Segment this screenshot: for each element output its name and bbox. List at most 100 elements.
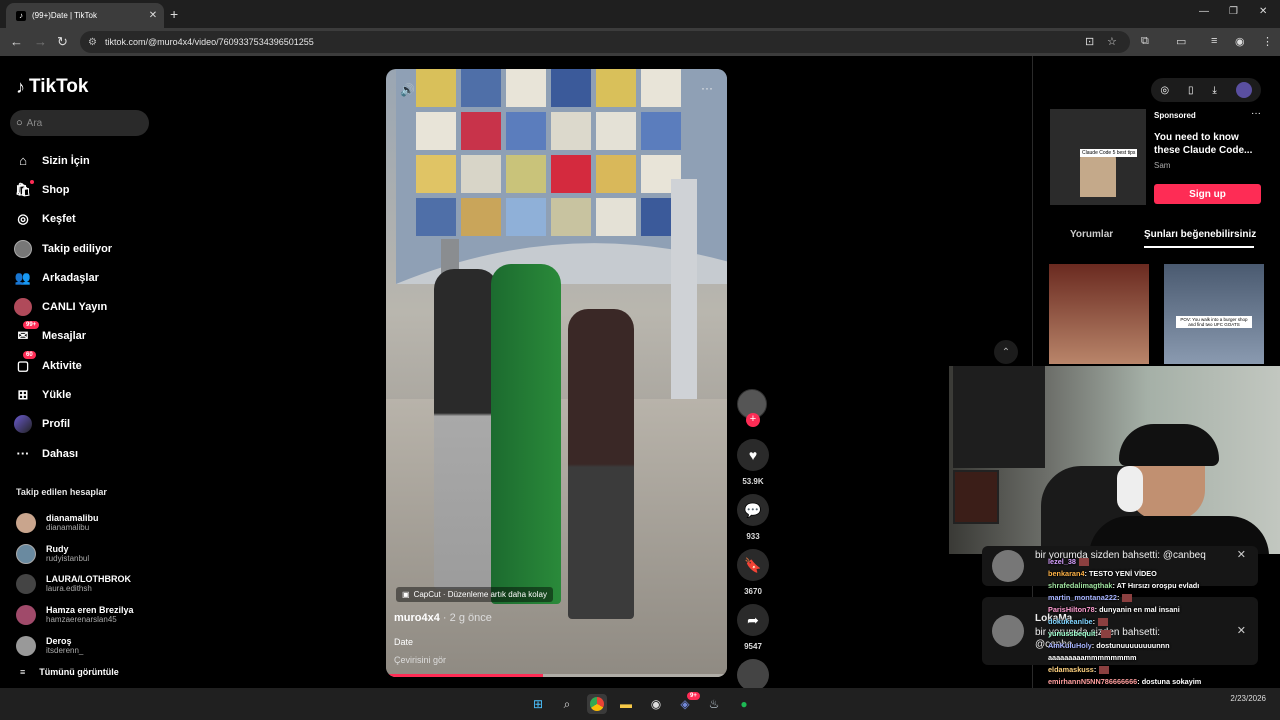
chat-username[interactable]: yunussbequit	[1048, 629, 1095, 638]
video-progress-bar[interactable]	[386, 674, 727, 677]
suggested-video-thumbnail[interactable]: POV: You walk into a burger shop and fin…	[1164, 264, 1264, 364]
chevron-up-icon: ⌃	[1001, 346, 1011, 358]
avatar	[16, 513, 36, 534]
sidebar-item-friends[interactable]: 👥 Arkadaşlar	[14, 263, 154, 292]
minimize-icon[interactable]: —	[1199, 6, 1209, 17]
following-account[interactable]: LAURA/LOTHBROK laura.edithsh	[16, 569, 156, 600]
spotify-icon[interactable]: ●	[734, 694, 754, 714]
sound-disc-button[interactable]	[737, 659, 769, 691]
heart-icon: ♥	[737, 439, 769, 471]
following-account[interactable]: dianamalibu dianamalibu	[16, 508, 156, 539]
share-button[interactable]: ➦ 9547	[737, 604, 769, 651]
tab-comments[interactable]: Yorumlar	[1070, 229, 1113, 240]
chrome-icon[interactable]	[587, 694, 607, 714]
chat-username[interactable]: lezel_38	[1048, 557, 1076, 566]
like-button[interactable]: ♥ 53.9K	[737, 439, 769, 486]
chat-username[interactable]: eldamaskuss	[1048, 665, 1094, 674]
following-accounts-list: dianamalibu dianamalibu Rudy rudyistanbul …	[16, 508, 156, 661]
sidebar-item-label: Shop	[42, 183, 70, 196]
suggested-video-thumbnail[interactable]	[1049, 264, 1149, 364]
sign-up-button[interactable]: Sign up	[1154, 184, 1261, 204]
avatar	[16, 605, 36, 626]
chat-username[interactable]: emirhannN5NN786666666	[1048, 677, 1137, 686]
obs-icon[interactable]: ◉	[646, 694, 666, 714]
sidebar-item-messages[interactable]: ✉ 99+ Mesajlar	[14, 321, 154, 351]
reload-icon[interactable]: ↻	[57, 34, 68, 50]
sidebar-item-following[interactable]: Takip ediliyor	[14, 234, 154, 263]
sound-icon[interactable]: 🔊	[400, 83, 415, 97]
maximize-icon[interactable]: ❐	[1229, 6, 1238, 17]
forward-icon[interactable]: →	[34, 34, 47, 49]
chat-text: : dostuna sokayim	[1137, 677, 1202, 686]
sidebar-item-more[interactable]: ··· Dahası	[14, 439, 154, 468]
start-windows-icon[interactable]: ⊞	[528, 694, 548, 714]
following-account[interactable]: Hamza eren Brezilya hamzaerenarslan45	[16, 600, 156, 631]
follow-plus-icon[interactable]: +	[746, 413, 760, 427]
chat-message: dokukeanlbe:	[1048, 616, 1280, 628]
sidebar-item-upload[interactable]: ⊞ Yükle	[14, 380, 154, 409]
ad-title[interactable]: You need to know these Claude Code...	[1154, 131, 1254, 157]
sidebar-item-label: Yükle	[42, 389, 72, 402]
bookmark-star-icon[interactable]: ☆	[1107, 35, 1117, 48]
ad-thumbnail[interactable]: Claude Code 5 best tips	[1050, 109, 1146, 205]
browser-tab[interactable]: ♪ (99+)Date | TikTok ✕	[6, 3, 164, 28]
steam-icon[interactable]: ♨	[704, 694, 724, 714]
following-account[interactable]: Deroş itsderenn_	[16, 630, 156, 661]
compass-icon[interactable]: ◎	[1160, 85, 1169, 96]
tab-suggested-label: Şunları beğenebilirsiniz	[1144, 229, 1257, 240]
system-clock[interactable]: 2/23/2026	[1230, 693, 1266, 705]
chat-username[interactable]: benkaran4	[1048, 569, 1085, 578]
sidebar-item-shop[interactable]: 🛍 Shop	[14, 175, 154, 204]
tab-suggested[interactable]: Şunları beğenebilirsiniz	[1144, 229, 1257, 248]
extensions-icon[interactable]: ⧉	[1141, 35, 1149, 48]
more-options-icon[interactable]: ···	[701, 81, 713, 95]
browser-menu-icon[interactable]: ⋮	[1262, 35, 1273, 48]
profile-avatar-icon[interactable]: ◉	[1235, 35, 1245, 48]
sidebar-item-activity[interactable]: ▢ 60 Aktivite	[14, 350, 154, 380]
following-account[interactable]: Rudy rudyistanbul	[16, 539, 156, 570]
phone-icon[interactable]: ▯	[1188, 85, 1194, 96]
scroll-up-button[interactable]: ⌃	[994, 340, 1018, 364]
person-figure	[568, 309, 634, 619]
cast-icon[interactable]: ▭	[1176, 35, 1186, 48]
sidebar-item-explore[interactable]: ◎ Keşfet	[14, 205, 154, 234]
tiktok-logo[interactable]: ♪ TikTok	[16, 76, 88, 98]
see-all-button[interactable]: ≡ Tümünü görüntüle	[20, 667, 119, 677]
chat-username[interactable]: martin_montana222	[1048, 593, 1117, 602]
back-icon[interactable]: ←	[10, 34, 23, 49]
author-avatar[interactable]: +	[737, 389, 767, 427]
close-tab-icon[interactable]: ✕	[146, 10, 160, 21]
capcut-label[interactable]: ▣ CapCut · Düzenleme artık daha kolay	[396, 587, 553, 602]
avatar	[992, 550, 1024, 582]
search-icon[interactable]: ⌕	[557, 694, 577, 714]
download-icon[interactable]: ⤓	[1212, 85, 1216, 96]
video-author[interactable]: muro4x4 · 2 g önce	[394, 612, 492, 624]
close-window-icon[interactable]: ✕	[1259, 6, 1267, 17]
sidebar-item-live[interactable]: CANLI Yayın	[14, 292, 154, 321]
search-input[interactable]: ○ Ara	[10, 110, 149, 136]
chat-username[interactable]: dokukeanlbe	[1048, 617, 1093, 626]
chat-username[interactable]: ParisHilton78	[1048, 605, 1095, 614]
browser-tab-bar: ♪ (99+)Date | TikTok ✕ + — ❐ ✕	[0, 0, 1280, 28]
save-button[interactable]: 🔖 3670	[737, 549, 769, 596]
file-explorer-icon[interactable]: ▬	[616, 694, 636, 714]
chat-username[interactable]: AmKuluHoly	[1048, 641, 1092, 650]
tiktok-favicon-icon: ♪	[16, 10, 26, 21]
see-translation-link[interactable]: Çevirisini gör	[394, 655, 446, 665]
reading-list-icon[interactable]: ≡	[1211, 35, 1217, 47]
install-app-icon[interactable]: ⊡	[1085, 35, 1094, 48]
comment-button[interactable]: 💬 933	[737, 494, 769, 541]
sidebar-item-profile[interactable]: Profil	[14, 410, 154, 439]
address-bar[interactable]: ⚙ tiktok.com/@muro4x4/video/760933753439…	[80, 31, 1130, 53]
chat-username[interactable]: shrafedalimagthak	[1048, 581, 1112, 590]
ad-more-icon[interactable]: ···	[1251, 108, 1261, 119]
site-info-icon[interactable]: ⚙	[88, 37, 97, 48]
user-avatar-icon[interactable]	[1235, 82, 1252, 98]
compass-icon: ◎	[17, 211, 29, 227]
more-dots-icon: ···	[16, 446, 30, 462]
video-player[interactable]: 🔊 ··· ▣ CapCut · Düzenleme artık daha ko…	[386, 69, 727, 677]
windows-taskbar: ⊞ ⌕ ▬ ◉ ◈ 9+ ♨ ● 2/23/2026	[0, 688, 1280, 720]
discord-icon[interactable]: ◈ 9+	[675, 692, 700, 714]
sidebar-item-for-you[interactable]: ⌂ Sizin İçin	[14, 146, 154, 175]
new-tab-icon[interactable]: +	[170, 6, 178, 22]
